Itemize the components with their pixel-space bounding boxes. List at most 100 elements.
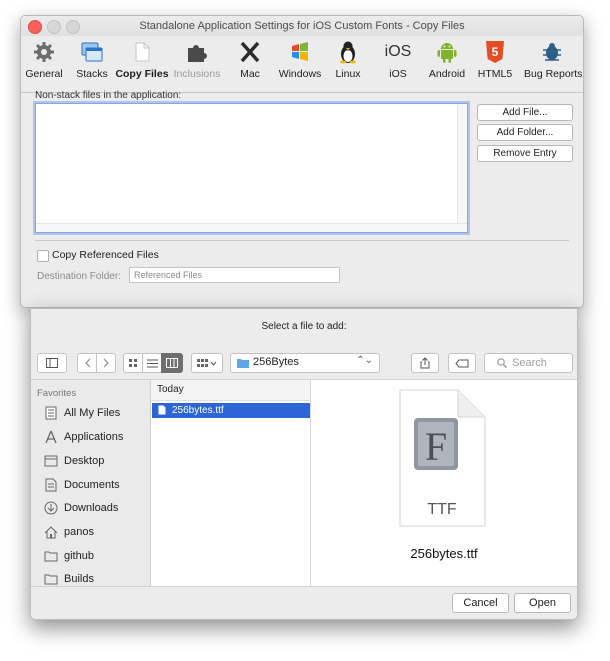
document-icon xyxy=(135,42,150,62)
path-popup[interactable]: 256Bytes ⌃⌄ xyxy=(230,353,380,373)
bug-icon xyxy=(543,43,561,61)
share-icon xyxy=(420,357,430,369)
tab-copy-files[interactable]: Copy Files xyxy=(114,38,170,80)
list-view-icon xyxy=(146,359,158,367)
sidebar-item-label: Desktop xyxy=(64,455,105,467)
gear-icon xyxy=(34,42,54,62)
tab-stacks-label: Stacks xyxy=(76,68,108,80)
sidebar-item-label: github xyxy=(64,550,94,562)
destination-folder-field[interactable]: Referenced Files xyxy=(129,267,340,283)
folder-icon xyxy=(44,551,58,561)
tab-inclusions-label: Inclusions xyxy=(173,68,221,80)
icon-view-icon xyxy=(128,358,137,367)
tab-linux-label: Linux xyxy=(335,68,361,80)
copy-referenced-checkbox[interactable] xyxy=(37,250,49,262)
icon-view-button[interactable] xyxy=(123,353,143,373)
destination-folder-label: Destination Folder: xyxy=(37,271,121,282)
sidebar-item-downloads[interactable]: Downloads xyxy=(43,498,118,518)
column-view-button[interactable] xyxy=(161,353,183,373)
android-icon xyxy=(437,43,457,63)
svg-text:5: 5 xyxy=(492,45,499,59)
share-button[interactable] xyxy=(411,353,439,373)
svg-text:TTF: TTF xyxy=(427,501,457,518)
sidebar-item-panos[interactable]: panos xyxy=(43,522,94,542)
forward-button[interactable] xyxy=(96,353,116,373)
file-row-label: 256bytes.ttf xyxy=(172,405,224,416)
window-title: Standalone Application Settings for iOS … xyxy=(139,20,465,32)
sidebar-item-applications[interactable]: Applications xyxy=(43,427,123,447)
list-view-button[interactable] xyxy=(142,353,162,373)
back-button[interactable] xyxy=(77,353,97,373)
divider xyxy=(35,240,569,241)
list-vertical-scrollbar[interactable] xyxy=(457,104,467,224)
sidebar-item-label: Builds xyxy=(64,573,94,585)
open-button[interactable]: Open xyxy=(514,593,571,613)
puzzle-icon xyxy=(188,45,207,62)
copy-referenced-label[interactable]: Copy Referenced Files xyxy=(52,249,159,261)
html5-icon: 5 xyxy=(486,41,504,63)
sidebar-item-label: panos xyxy=(64,526,94,538)
settings-toolbar: General Stacks Copy Files Inclusions Mac… xyxy=(21,36,583,93)
folder-icon xyxy=(237,359,249,368)
search-placeholder: Search xyxy=(512,357,547,369)
sheet-title: Select a file to add: xyxy=(261,321,347,332)
applications-icon xyxy=(45,430,57,444)
open-file-sheet: Select a file to add: 256Bytes ⌃⌄ Search… xyxy=(30,308,578,620)
sidebar-item-builds[interactable]: Builds xyxy=(43,569,94,589)
sidebar-item-all-my-files[interactable]: All My Files xyxy=(43,403,120,423)
tag-icon xyxy=(455,359,469,367)
search-icon xyxy=(497,358,507,368)
tags-button[interactable] xyxy=(448,353,476,373)
sidebar-item-label: Documents xyxy=(64,479,120,491)
tab-ios[interactable]: iOS iOS xyxy=(370,38,426,80)
column-view-icon xyxy=(166,358,178,368)
sidebar-item-desktop[interactable]: Desktop xyxy=(43,451,104,471)
sidebar-item-github[interactable]: github xyxy=(43,546,94,566)
remove-entry-button[interactable]: Remove Entry xyxy=(477,145,573,162)
all-files-icon xyxy=(45,406,57,420)
tab-copy-files-label: Copy Files xyxy=(115,68,169,80)
file-row-selected[interactable]: 256bytes.ttf xyxy=(152,403,310,418)
folder-icon xyxy=(44,574,58,584)
tab-linux[interactable]: Linux xyxy=(320,38,376,80)
sidebar-item-label: Applications xyxy=(64,431,124,443)
title-bar: Standalone Application Settings for iOS … xyxy=(21,16,583,36)
tab-stacks[interactable]: Stacks xyxy=(64,38,120,80)
font-file-icon: F TTF xyxy=(399,389,486,527)
non-stack-files-label: Non-stack files in the application: xyxy=(35,90,182,101)
file-browser: Favorites All My Files Applications Desk… xyxy=(31,379,577,587)
downloads-icon xyxy=(44,501,58,515)
add-folder-button[interactable]: Add Folder... xyxy=(477,124,573,141)
list-horizontal-scrollbar[interactable] xyxy=(36,223,467,232)
tab-ios-label: iOS xyxy=(389,68,407,80)
stacks-icon xyxy=(81,42,103,62)
linux-icon xyxy=(340,41,356,64)
chevron-right-icon xyxy=(103,358,109,368)
ios-icon: iOS xyxy=(384,43,412,60)
sidebar-item-documents[interactable]: Documents xyxy=(43,475,120,495)
file-icon xyxy=(158,405,166,415)
tab-mac[interactable]: Mac xyxy=(222,38,278,80)
desktop-icon xyxy=(44,455,58,467)
arrange-icon xyxy=(197,358,217,367)
sidebar-icon xyxy=(46,358,58,368)
tab-html5[interactable]: 5 HTML5 xyxy=(467,38,523,80)
non-stack-files-list[interactable] xyxy=(35,103,468,233)
documents-icon xyxy=(45,478,57,492)
windows-icon xyxy=(292,42,308,61)
home-icon xyxy=(44,525,58,538)
sidebar-toggle-button[interactable] xyxy=(37,353,67,373)
tab-bug-reports[interactable]: Bug Reports xyxy=(524,38,582,80)
search-field[interactable]: Search xyxy=(484,353,573,373)
cancel-button[interactable]: Cancel xyxy=(452,593,509,613)
sidebar-item-label: Downloads xyxy=(64,502,119,514)
sidebar-item-label: All My Files xyxy=(64,407,121,419)
updown-chevron-icon: ⌃⌄ xyxy=(356,355,373,366)
file-preview: F TTF 256bytes.ttf xyxy=(311,380,577,586)
preview-file-name: 256bytes.ttf xyxy=(410,546,478,561)
add-file-button[interactable]: Add File... xyxy=(477,104,573,121)
tab-inclusions[interactable]: Inclusions xyxy=(169,38,225,80)
arrange-menu-button[interactable] xyxy=(191,353,223,373)
column-heading: Today xyxy=(151,380,310,401)
svg-text:F: F xyxy=(425,424,447,469)
